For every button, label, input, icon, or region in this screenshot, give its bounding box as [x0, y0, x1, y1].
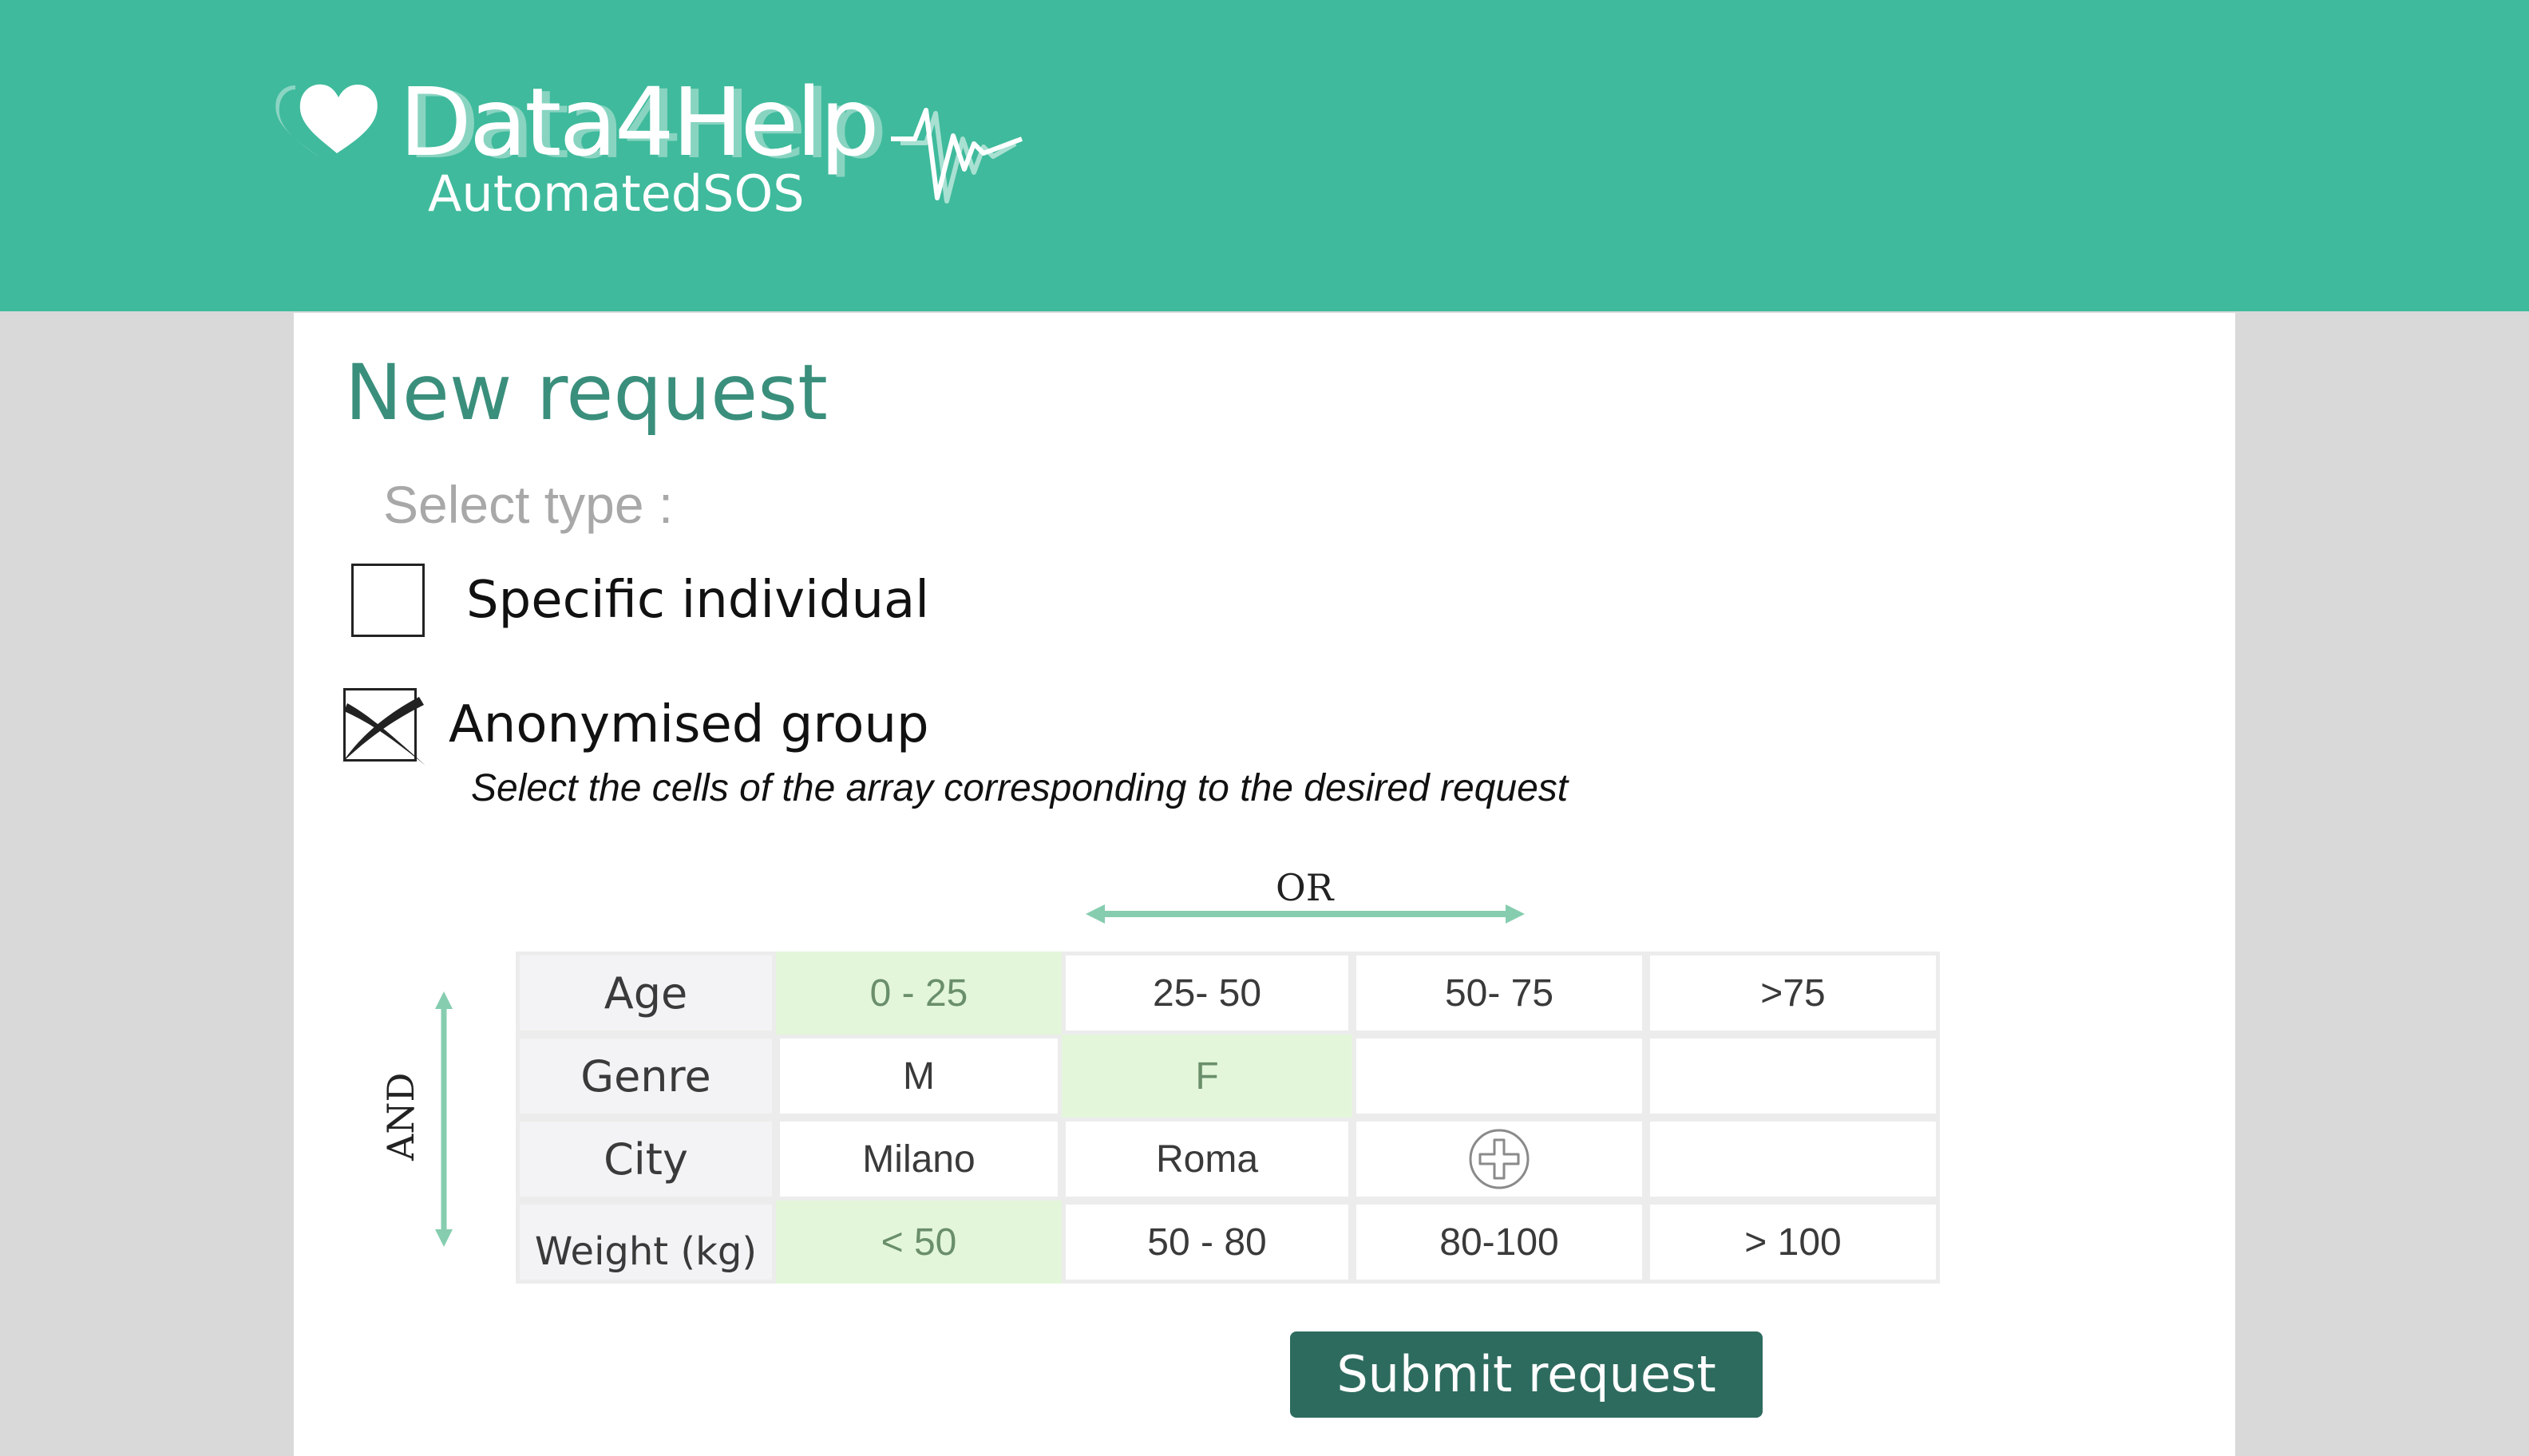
row-header-city: City — [516, 1118, 776, 1201]
grid-cell-weight-under-50[interactable]: < 50 — [776, 1201, 1062, 1284]
brand-tagline: AutomatedSOS — [428, 164, 805, 223]
instruction-text: Select the cells of the array correspond… — [471, 767, 1569, 809]
grid-cell-age-0-25[interactable]: 0 - 25 — [776, 952, 1062, 1035]
grid-cell-genre-empty-1[interactable] — [1352, 1035, 1646, 1118]
select-type-label: Select type : — [383, 475, 674, 534]
page-title: New request — [345, 348, 828, 437]
grid-cell-genre-empty-2[interactable] — [1646, 1035, 1940, 1118]
grid-cell-city-roma[interactable]: Roma — [1062, 1118, 1352, 1201]
row-header-weight: Weight (kg) — [516, 1201, 776, 1284]
plus-circle-icon[interactable] — [1467, 1127, 1531, 1191]
checkbox-anonymised-group[interactable] — [342, 688, 425, 766]
grid-cell-weight-over-100[interactable]: > 100 — [1646, 1201, 1940, 1284]
grid-cell-weight-80-100[interactable]: 80-100 — [1352, 1201, 1646, 1284]
grid-cell-city-empty[interactable] — [1646, 1118, 1940, 1201]
checkbox-specific-individual[interactable] — [351, 564, 425, 637]
option-specific-individual-label: Specific individual — [466, 571, 930, 630]
grid-cell-genre-m[interactable]: M — [776, 1035, 1062, 1118]
and-arrow-icon — [435, 991, 453, 1247]
or-arrow-icon — [1086, 904, 1525, 924]
grid-cell-age-25-50[interactable]: 25- 50 — [1062, 952, 1352, 1035]
main-panel: New request Select type : Specific indiv… — [294, 313, 2235, 1456]
and-label: AND — [379, 1072, 422, 1161]
submit-request-button[interactable]: Submit request — [1290, 1331, 1763, 1418]
heart-icon — [275, 84, 378, 157]
row-header-genre: Genre — [516, 1035, 776, 1118]
grid-cell-weight-50-80[interactable]: 50 - 80 — [1062, 1201, 1352, 1284]
app-header: Data4Help AutomatedSOS — [0, 0, 2529, 311]
option-anonymised-group-label: Anonymised group — [449, 695, 929, 754]
grid-cell-genre-f[interactable]: F — [1062, 1035, 1352, 1118]
option-anonymised-group[interactable]: Anonymised group — [342, 688, 929, 766]
grid-cell-age-75-plus[interactable]: >75 — [1646, 952, 1940, 1035]
grid-cell-city-add[interactable] — [1352, 1118, 1646, 1201]
grid-cell-city-milano[interactable]: Milano — [776, 1118, 1062, 1201]
row-header-age: Age — [516, 952, 776, 1035]
option-specific-individual[interactable]: Specific individual — [351, 564, 929, 637]
cross-mark-icon — [342, 697, 425, 766]
heartbeat-pulse-icon — [891, 108, 1023, 204]
grid-cell-age-50-75[interactable]: 50- 75 — [1352, 952, 1646, 1035]
